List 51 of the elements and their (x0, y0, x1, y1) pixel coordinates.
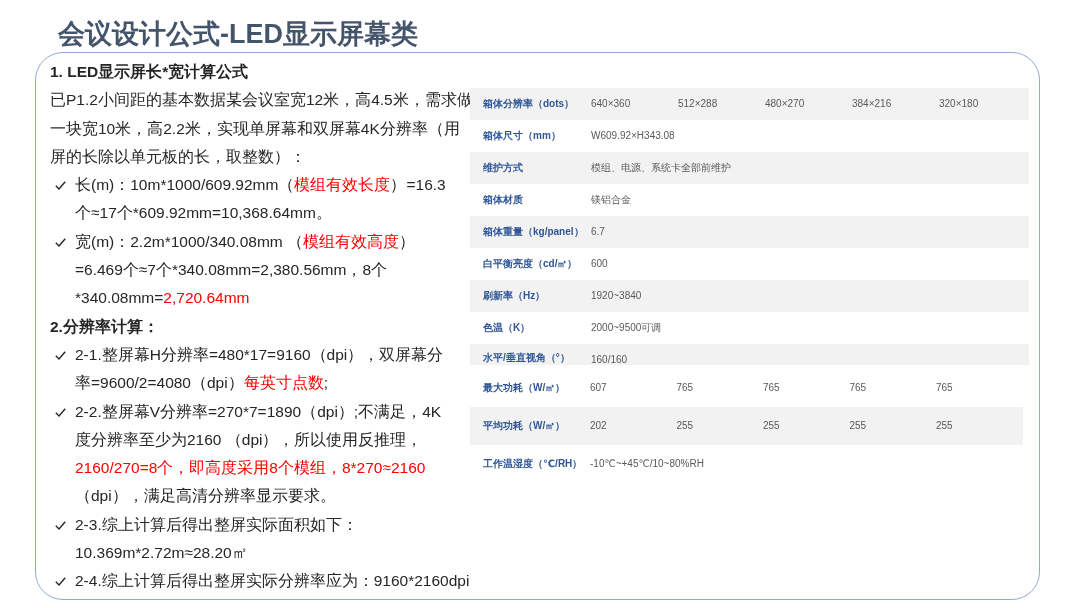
table-cell: 765 (676, 382, 694, 393)
bullet-text: 2-1.整屏幕H分辨率=480*17=9160（dpi），双屏幕分 率=9600/2=4080（dpi）每英寸点数; (75, 344, 444, 394)
section-heading: 2.分辨率计算： (50, 316, 159, 337)
row-label: 平均功耗（W/㎡） (482, 418, 566, 433)
row-label: 色温（K） (482, 320, 531, 335)
table-cell: 765 (936, 382, 953, 393)
row-label: 箱体材质 (482, 192, 523, 207)
check-icon (55, 350, 66, 360)
table-cell: 镁铝合金 (591, 192, 631, 207)
table-cell: 765 (849, 382, 867, 393)
check-icon (55, 577, 66, 587)
table-cell: 480×270 (765, 98, 805, 109)
row-label: 维护方式 (482, 160, 523, 175)
table-cell: 255 (936, 420, 953, 431)
check-icon (55, 181, 66, 191)
table-cell: 640×360 (591, 98, 631, 109)
bullet-text: 2-3.综上计算后得出整屏实际面积如下： 10.369m*2.72m≈28.20㎡ (75, 514, 358, 564)
table-cell: 384×216 (852, 98, 892, 109)
table-cell: -10℃~+45℃/10~80%RH (590, 458, 704, 469)
bullet-text: 2-2.整屏幕V分辨率=270*7=1890（dpi）;不满足，4K 度分辨率至少为2160 （dpi），所以使用反推理， 2160/270=8个，即高度采用8个模组，8*270≈2160 （dpi），满足高清分辨率显示要求。 (75, 401, 442, 507)
row-label: 刷新率（Hz） (482, 288, 546, 303)
bullet-text: 长(m)：10m*1000/609.92mm（模组有效长度）=16.3 个≈17个*609.92mm=10,368.64mm。 (75, 175, 446, 224)
table-cell: 600 (591, 258, 608, 269)
slide-title: 会议设计公式-LED显示屏幕类 (58, 18, 418, 51)
row-label: 箱体重量（kg/panel） (482, 224, 584, 239)
row-label: 工作温湿度（℃/RH） (482, 456, 583, 471)
row-label: 最大功耗（W/㎡） (482, 380, 566, 395)
table-cell: 255 (676, 420, 694, 431)
table-cell: 607 (590, 382, 607, 393)
row-label: 箱体尺寸（mm） (482, 128, 561, 143)
check-icon (55, 520, 66, 530)
row-label: 箱体分辨率（dots） (482, 96, 575, 111)
table-cell: 512×288 (678, 98, 718, 109)
check-icon (55, 407, 66, 417)
row-label: 白平衡亮度（cd/㎡） (482, 256, 578, 271)
row-label: 水平/垂直视角（°） (482, 350, 570, 365)
table-cell: 320×180 (939, 98, 979, 109)
table-cell: 202 (590, 420, 607, 431)
section-heading: 1. LED显示屏长*宽计算公式 (50, 62, 249, 82)
table-cell: W609.92×H343.08 (591, 130, 675, 141)
bullet-text: 宽(m)：2.2m*1000/340.08mm （模组有效高度） =6.469个≈7个*340.08mm=2,380.56mm，8个 *340.08mm=2,720.64mm (75, 231, 416, 309)
table-cell: 1920~3840 (591, 290, 642, 301)
table-cell: 765 (763, 382, 780, 393)
table-cell: 模组、电源、系统卡全部前维护 (591, 160, 731, 175)
table-cell: 6.7 (591, 226, 605, 237)
bullet-text: 2-4.综上计算后得出整屏实际分辨率应为：9160*2160dpi (75, 571, 470, 592)
table-cell: 255 (763, 420, 780, 431)
table-cell: 255 (849, 420, 867, 431)
check-icon (55, 237, 66, 247)
table-cell: 160/160 (591, 353, 628, 365)
table-cell: 2000~9500可调 (591, 320, 662, 335)
